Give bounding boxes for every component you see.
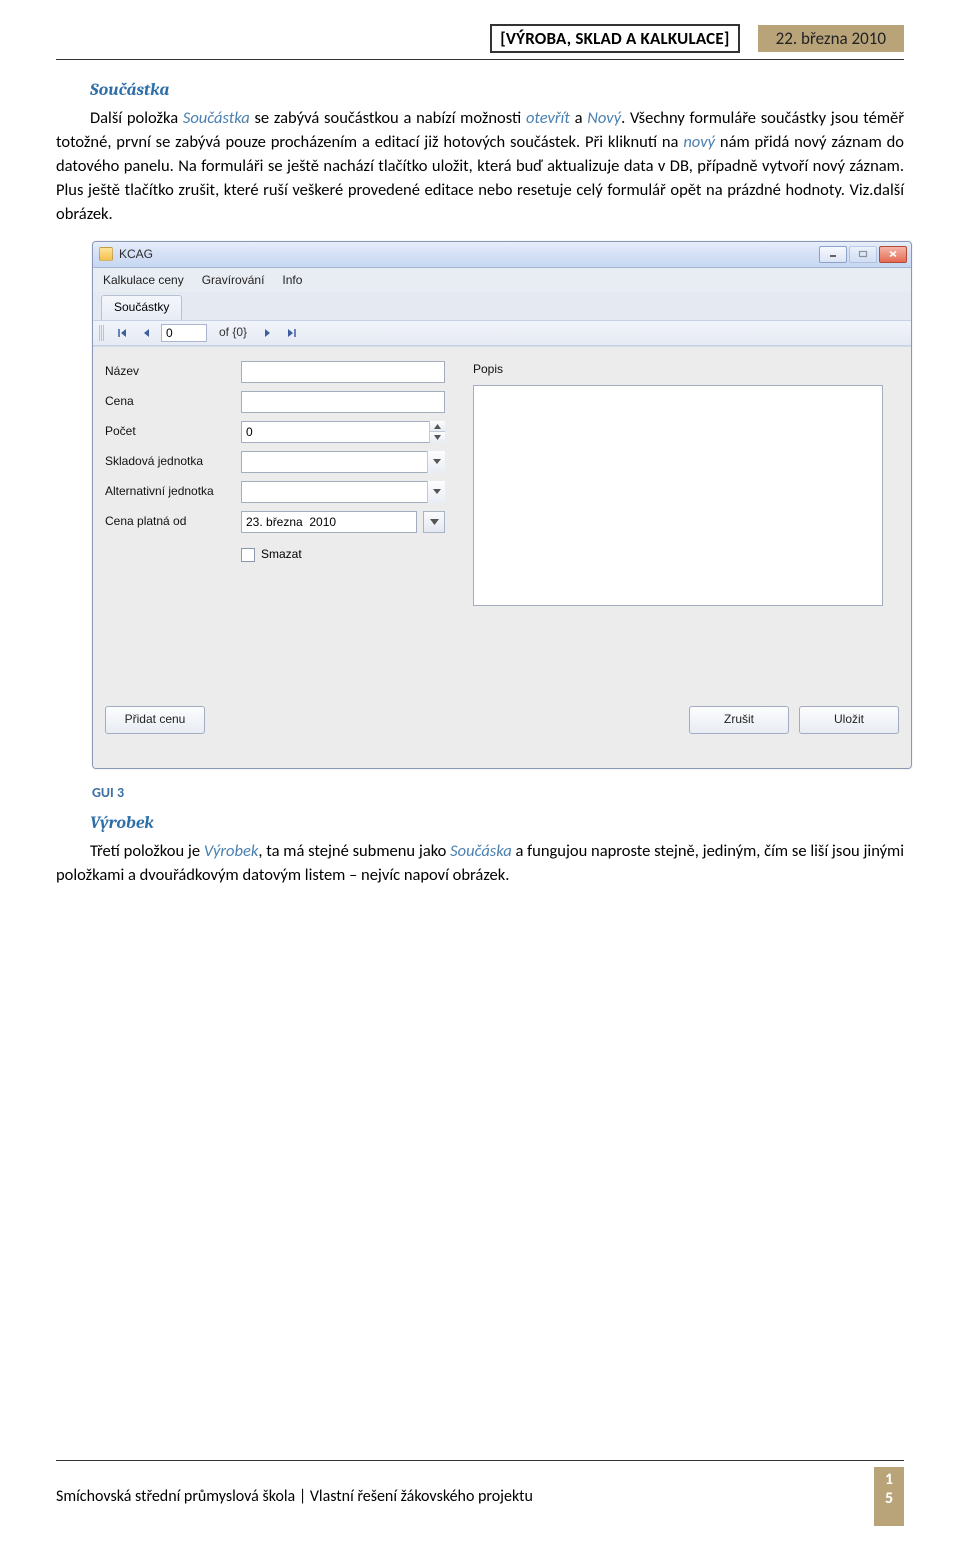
tab-soucastky[interactable]: Součástky [101, 295, 182, 319]
desc-textarea[interactable] [473, 385, 883, 606]
chevron-down-icon[interactable] [427, 481, 445, 503]
doc-footer: Smíchovská střední průmyslová škola | Vl… [56, 1460, 904, 1526]
footer-text: Smíchovská střední průmyslová škola | Vl… [56, 1487, 533, 1506]
minimize-button[interactable] [819, 246, 847, 263]
chevron-down-icon[interactable] [427, 451, 445, 473]
doc-title-box: [VÝROBA, SKLAD A KALKULACE] [490, 24, 739, 53]
section-heading-vyrobek: Výrobek [90, 811, 904, 836]
nav-prev-icon[interactable] [137, 324, 155, 342]
label-delete: Smazat [261, 546, 302, 563]
app-window: KCAG Kalkulace ceny Gravírování [92, 241, 912, 769]
delete-checkbox[interactable] [241, 548, 255, 562]
paragraph-soucastka: Další položka Součástka se zabývá součás… [56, 107, 904, 227]
header-rule [56, 59, 904, 60]
label-price: Cena [105, 393, 233, 410]
p1-link-novy: Nový [587, 108, 621, 128]
nav-position-input[interactable] [161, 324, 207, 342]
price-input[interactable] [241, 391, 445, 413]
doc-date-box: 22. března 2010 [758, 25, 904, 52]
p1-link-novy2: nový [683, 132, 715, 152]
p2-text-b: , ta má stejné submenu jako [258, 841, 450, 861]
nav-first-icon[interactable] [113, 324, 131, 342]
nav-of-label: of {0} [213, 324, 253, 341]
label-unit: Skladová jednotka [105, 453, 233, 470]
footer-page-a: 1 [885, 1470, 893, 1489]
footer-page-b: 5 [885, 1489, 893, 1508]
p2-link-soucaska: Součáska [450, 841, 512, 861]
section-heading-soucastka: Součástka [90, 78, 904, 103]
validfrom-datepicker[interactable] [241, 511, 417, 533]
p2-link-vyrobek: Výrobek [204, 841, 259, 861]
count-spinner[interactable] [241, 421, 445, 443]
close-button[interactable] [879, 246, 907, 263]
paragraph-vyrobek: Třetí položkou je Výrobek, ta má stejné … [56, 840, 904, 888]
nav-next-icon[interactable] [259, 324, 277, 342]
maximize-button[interactable] [849, 246, 877, 263]
app-icon [99, 247, 113, 261]
toolbar-grip-icon [99, 325, 105, 341]
navigator-toolbar: of {0} [93, 320, 911, 346]
save-button[interactable]: Uložit [799, 706, 899, 734]
menu-gravirovani[interactable]: Gravírování [202, 272, 265, 289]
p1-text-b: se zabývá součástkou a nabízí možnosti [250, 108, 526, 128]
menu-kalkulace[interactable]: Kalkulace ceny [103, 272, 184, 289]
calendar-dropdown-icon[interactable] [423, 511, 445, 533]
label-desc: Popis [473, 357, 899, 381]
p1-text-c: a [570, 108, 587, 128]
titlebar[interactable]: KCAG [93, 242, 911, 268]
p1-link-soucastka: Součástka [183, 108, 250, 128]
gui-caption: GUI 3 [92, 783, 904, 803]
p2-text-a: Třetí položkou je [90, 841, 204, 861]
menu-info[interactable]: Info [282, 272, 302, 289]
label-count: Počet [105, 423, 233, 440]
name-input[interactable] [241, 361, 445, 383]
spinner-up-icon[interactable] [429, 421, 445, 433]
altunit-dropdown[interactable] [241, 481, 445, 503]
footer-page-box: 1 5 [874, 1467, 904, 1526]
p1-text-a: Další položka [90, 108, 183, 128]
label-altunit: Alternativní jednotka [105, 483, 233, 500]
form-area: Název Cena Počet [93, 346, 911, 606]
spinner-down-icon[interactable] [429, 432, 445, 443]
add-price-button[interactable]: Přidat cenu [105, 706, 205, 734]
doc-header: [VÝROBA, SKLAD A KALKULACE] 22. března 2… [56, 24, 904, 53]
window-title: KCAG [119, 246, 153, 263]
cancel-button[interactable]: Zrušit [689, 706, 789, 734]
menubar: Kalkulace ceny Gravírování Info [93, 268, 911, 292]
app-lower: Přidat cenu Zrušit Uložit [93, 606, 911, 768]
label-validfrom: Cena platná od [105, 513, 233, 530]
unit-dropdown[interactable] [241, 451, 445, 473]
p1-link-otevrit: otevřít [526, 108, 570, 128]
label-name: Název [105, 363, 233, 380]
nav-last-icon[interactable] [283, 324, 301, 342]
tabbar: Součástky [93, 292, 911, 319]
